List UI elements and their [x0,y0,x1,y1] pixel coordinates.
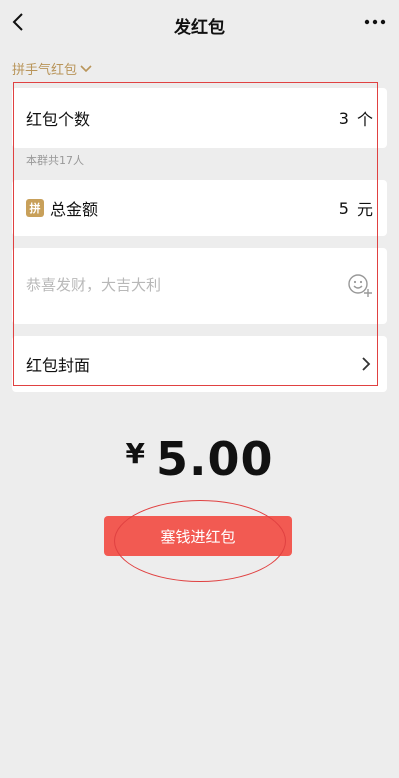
currency-symbol: ¥ [125,437,146,470]
packet-type-label: 拼手气红包 [12,63,78,78]
page-title: 发红包 [174,18,225,38]
packet-count-card[interactable]: 红包个数 3 个 [12,88,387,148]
more-icon [364,19,386,25]
amount-display: ¥5.00 [0,432,399,486]
navigation-bar: 发红包 [0,0,399,48]
lucky-badge-icon: 拼 [26,199,44,217]
more-button[interactable] [363,12,387,32]
packet-cover-card[interactable]: 红包封面 [12,336,387,392]
blessing-message-card[interactable]: 恭喜发财，大吉大利 [12,248,387,324]
packet-count-value[interactable]: 3 [339,109,349,128]
total-amount-label: 总金额 [50,200,99,219]
blessing-message-input[interactable]: 恭喜发财，大吉大利 [26,274,161,295]
total-amount-value[interactable]: 5 [339,199,349,218]
packet-cover-label: 红包封面 [26,356,91,375]
chevron-down-icon [80,64,92,72]
chevron-right-icon [362,357,371,371]
emoji-icon[interactable] [347,272,373,298]
put-money-button[interactable]: 塞钱进红包 [104,516,292,556]
packet-count-label: 红包个数 [26,110,91,129]
amount-value: 5.00 [155,432,274,486]
packet-type-selector[interactable]: 拼手气红包 [12,59,92,78]
total-amount-unit: 元 [356,200,373,219]
group-member-hint: 本群共17人 [26,154,84,167]
packet-count-unit: 个 [356,110,373,129]
total-amount-card[interactable]: 拼 总金额 5 元 [12,180,387,236]
